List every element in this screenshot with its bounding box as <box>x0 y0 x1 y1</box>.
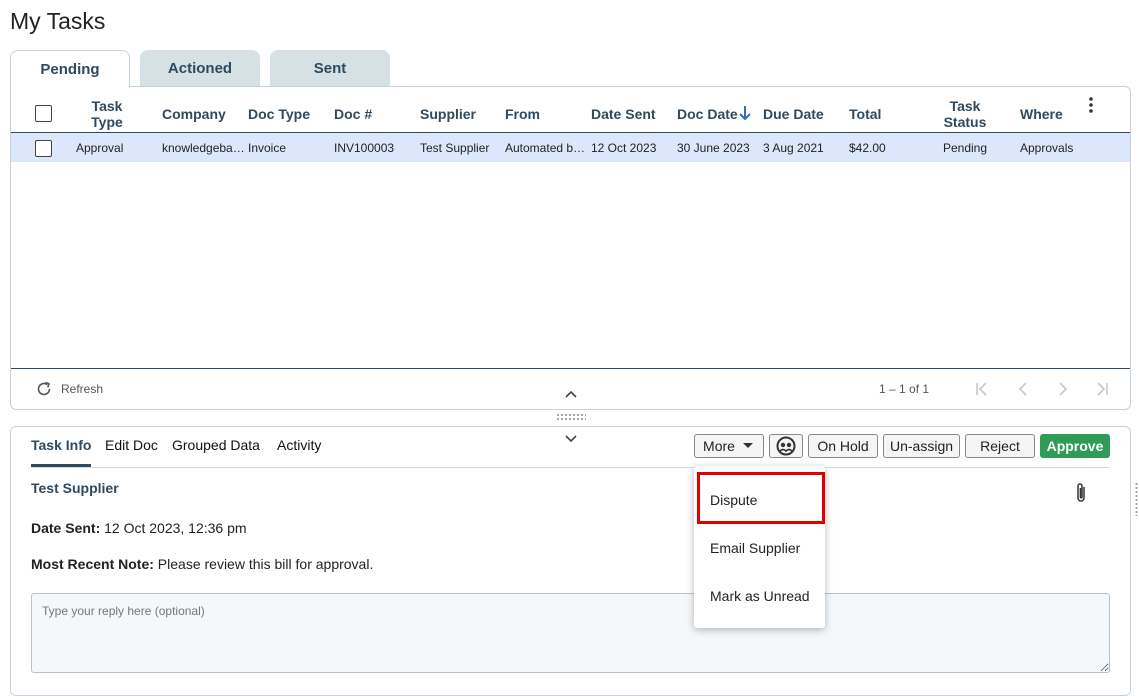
cell-company: knowledgeba… <box>162 140 244 155</box>
tab-label: Actioned <box>167 60 233 77</box>
resize-handle[interactable] <box>556 413 586 421</box>
cell-task-status: Pending <box>942 140 988 155</box>
arrow-down-icon[interactable] <box>738 104 752 127</box>
column-header-supplier[interactable]: Supplier <box>420 96 500 132</box>
next-page-icon[interactable] <box>1054 380 1072 403</box>
refresh-icon <box>37 381 51 396</box>
user-group-icon <box>776 436 796 456</box>
menu-item-email-supplier[interactable]: Email Supplier <box>710 540 800 556</box>
menu-item-dispute[interactable]: Dispute <box>710 492 757 508</box>
more-dropdown-menu: Dispute Email Supplier Mark as Unread <box>694 466 825 628</box>
detail-tabs-divider <box>31 467 1110 468</box>
cell-supplier: Test Supplier <box>420 140 490 155</box>
cell-date-sent: 12 Oct 2023 <box>591 140 657 155</box>
select-all-checkbox[interactable] <box>35 105 52 122</box>
tab-activity[interactable]: Activity <box>277 437 321 453</box>
cell-doc-num: INV100003 <box>334 140 395 155</box>
column-header-due-date[interactable]: Due Date <box>763 96 843 132</box>
cell-doc-type: Invoice <box>248 140 287 155</box>
column-options-icon[interactable] <box>1086 96 1096 121</box>
recent-note-info: Most Recent Note: Please review this bil… <box>31 556 373 572</box>
column-header-doc-type[interactable]: Doc Type <box>248 96 328 132</box>
column-header-task-status[interactable]: Task Status <box>935 96 995 132</box>
cell-doc-date: 30 June 2023 <box>677 140 750 155</box>
assign-user-button[interactable] <box>769 434 803 458</box>
last-page-icon[interactable] <box>1093 380 1111 403</box>
more-button[interactable]: More <box>694 434 764 458</box>
column-header-total[interactable]: Total <box>849 96 909 132</box>
note-value: Please review this bill for approval. <box>153 556 374 572</box>
column-header-doc-num[interactable]: Doc # <box>334 96 404 132</box>
approve-button[interactable]: Approve <box>1040 434 1110 458</box>
tab-label: Pending <box>40 61 100 78</box>
cell-due-date: 3 Aug 2021 <box>763 140 824 155</box>
refresh-label: Refresh <box>61 382 104 396</box>
reject-button[interactable]: Reject <box>965 434 1035 458</box>
pagination-label: 1 – 1 of 1 <box>879 382 930 396</box>
tab-label: Sent <box>313 60 347 77</box>
column-header-date-sent[interactable]: Date Sent <box>591 96 671 132</box>
supplier-name: Test Supplier <box>31 480 119 496</box>
tab-actioned[interactable]: Actioned <box>140 50 260 87</box>
unassign-button[interactable]: Un-assign <box>883 434 960 458</box>
cell-total: $42.00 <box>849 140 886 155</box>
column-header-from[interactable]: From <box>505 96 565 132</box>
tab-grouped-data[interactable]: Grouped Data <box>172 437 260 453</box>
tab-edit-doc[interactable]: Edit Doc <box>105 437 158 453</box>
date-sent-value: 12 Oct 2023, 12:36 pm <box>100 520 247 536</box>
date-sent-info: Date Sent: 12 Oct 2023, 12:36 pm <box>31 520 247 536</box>
paperclip-icon[interactable] <box>1072 481 1090 510</box>
tab-pending[interactable]: Pending <box>10 50 130 88</box>
on-hold-button[interactable]: On Hold <box>808 434 878 458</box>
column-header-task-type[interactable]: Task Type <box>82 96 132 132</box>
reply-textarea[interactable] <box>31 593 1110 673</box>
column-header-doc-date[interactable]: Doc Date <box>677 96 743 132</box>
footer-divider <box>11 368 1130 369</box>
cell-where: Approvals <box>1020 140 1074 155</box>
cell-task-type: Approval <box>76 140 124 155</box>
expand-down-chevron-icon[interactable] <box>563 432 579 450</box>
caret-down-icon <box>742 443 753 448</box>
refresh-button[interactable]: Refresh <box>35 380 103 398</box>
column-header-where[interactable]: Where <box>1020 96 1080 132</box>
first-page-icon[interactable] <box>973 380 991 403</box>
tab-sent[interactable]: Sent <box>270 50 390 87</box>
note-label: Most Recent Note: <box>31 556 154 572</box>
previous-page-icon[interactable] <box>1014 380 1032 403</box>
more-label: More <box>703 438 735 454</box>
collapse-up-chevron-icon[interactable] <box>563 387 579 405</box>
page-title: My Tasks <box>10 8 106 34</box>
active-tab-indicator <box>31 464 91 467</box>
row-checkbox[interactable] <box>35 140 52 157</box>
cell-from: Automated b… <box>505 140 585 155</box>
tab-task-info[interactable]: Task Info <box>31 437 91 453</box>
menu-item-mark-as-unread[interactable]: Mark as Unread <box>710 588 810 604</box>
date-sent-label: Date Sent: <box>31 520 101 536</box>
column-header-company[interactable]: Company <box>162 96 242 132</box>
side-resize-handle[interactable] <box>1135 482 1138 516</box>
